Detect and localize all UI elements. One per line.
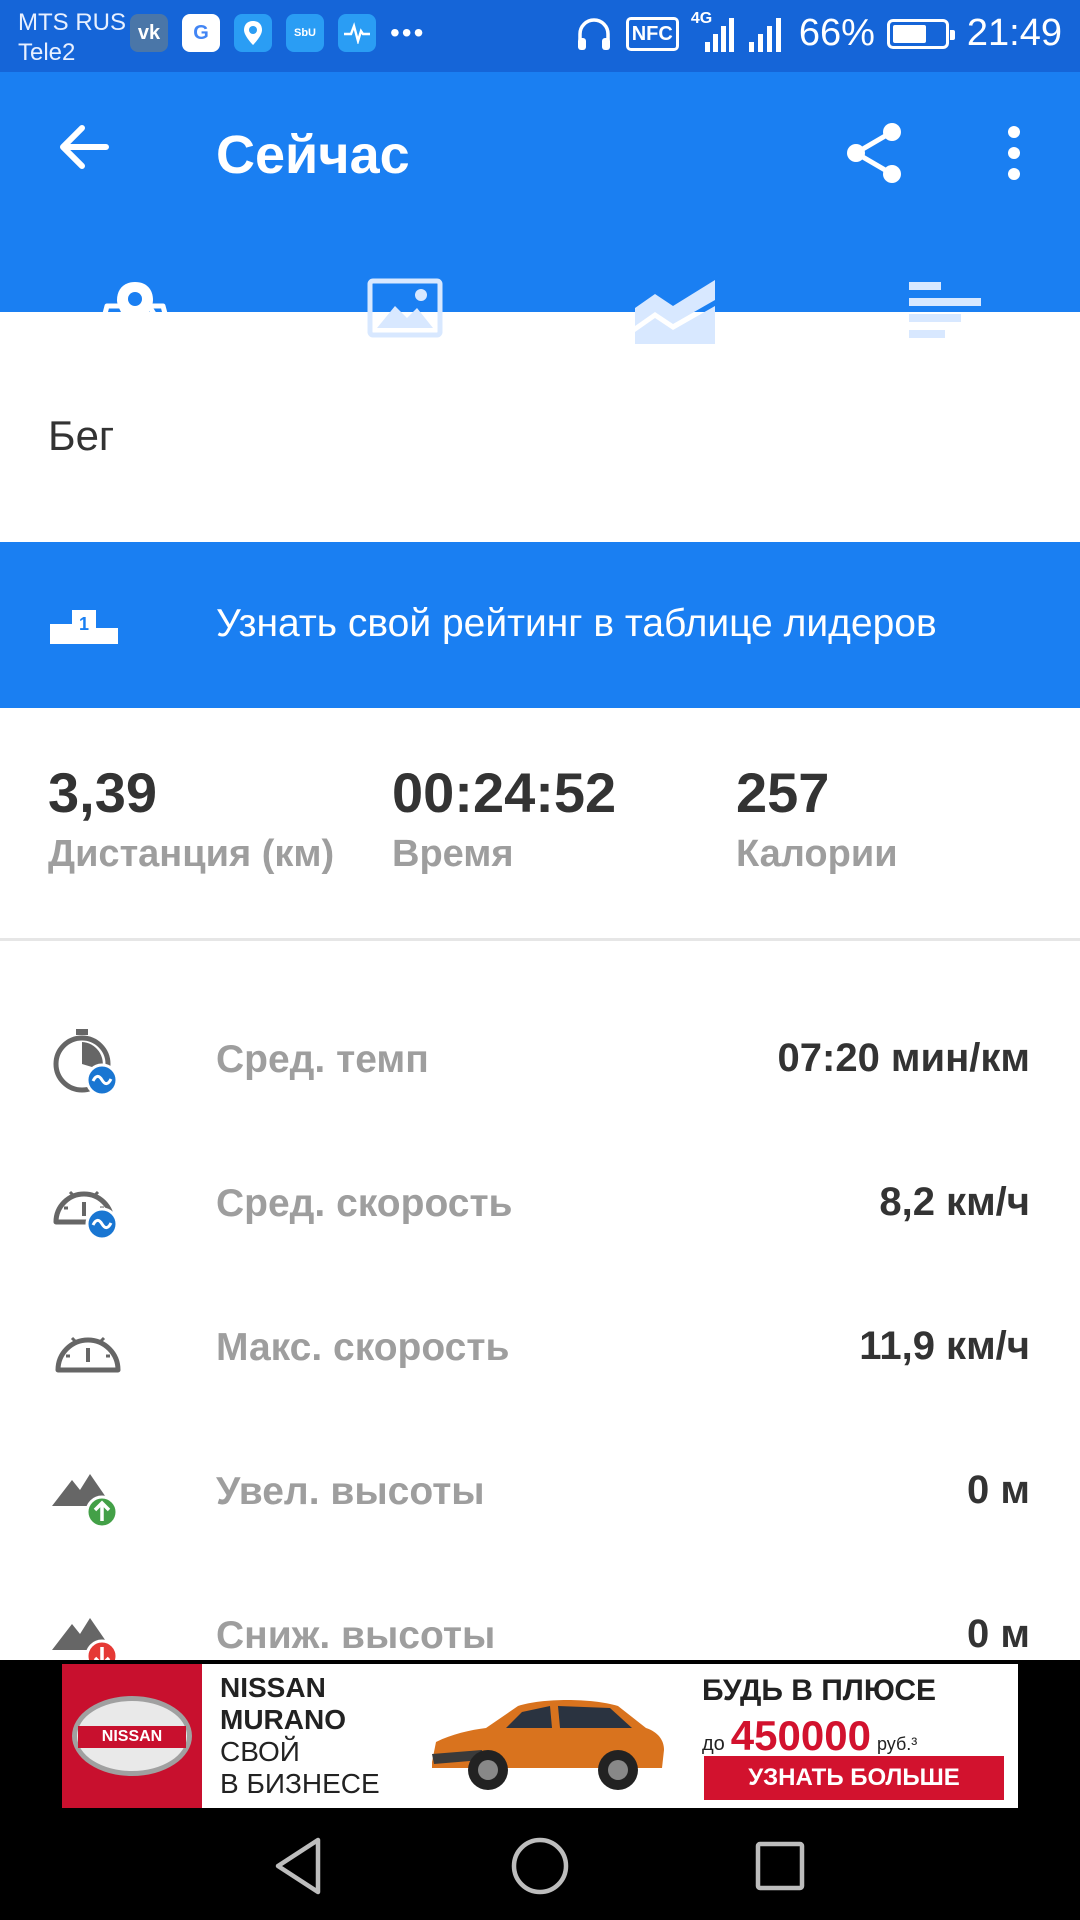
ad-logo-text: NISSAN (78, 1726, 186, 1748)
stat-value: 11,9 км/ч (859, 1324, 1030, 1368)
stat-value: 0 м (967, 1468, 1030, 1512)
battery-percent: 66% (798, 12, 875, 54)
stat-label: Увел. высоты (216, 1470, 485, 1513)
stat-label: Сниж. высоты (216, 1614, 496, 1657)
ad-brand-line: СВОЙ (220, 1736, 300, 1767)
ad-brand-line: NISSAN (220, 1672, 326, 1703)
list-bars-icon (909, 282, 981, 338)
vk-icon: vk (130, 14, 168, 52)
tab-photos[interactable] (270, 168, 540, 382)
distance-value: 3,39 (48, 761, 157, 824)
area-chart-icon (635, 280, 715, 344)
podium-rank: 1 (79, 614, 89, 634)
carrier-1: MTS RUS (18, 9, 126, 36)
calories-label: Калории (736, 833, 898, 875)
image-icon (367, 278, 443, 338)
metric-calories: 257 Калории (736, 760, 898, 876)
maps-icon (234, 14, 272, 52)
stat-label: Сред. скорость (216, 1182, 513, 1225)
podium-icon: 1 (50, 608, 118, 649)
nav-home-icon[interactable] (508, 1834, 572, 1898)
stat-value: 8,2 км/ч (879, 1180, 1030, 1224)
car-image-icon (432, 1700, 664, 1790)
metric-time: 00:24:52 Время (392, 760, 616, 876)
ad-amount-prefix: до (702, 1733, 725, 1755)
avg-speed-icon (53, 1190, 119, 1241)
stat-row-elevation-gain: Увел. высоты 0 м (0, 1422, 1080, 1566)
tab-stats[interactable] (810, 168, 1080, 382)
battery-icon (886, 18, 955, 49)
ad-cta-button[interactable]: УЗНАТЬ БОЛЬШЕ (704, 1756, 1004, 1800)
more-notifications-icon: ••• (390, 17, 426, 48)
navigation-bar (0, 1810, 1080, 1920)
divider (0, 938, 1080, 941)
tab-map[interactable] (0, 168, 270, 382)
clock: 21:49 (966, 12, 1062, 54)
ad-brand-text: NISSAN MURANO СВОЙ В БИЗНЕСЕ (220, 1672, 380, 1800)
sbol-icon: SbU (286, 14, 324, 52)
status-bar: MTS RUS Tele2 vk G SbU ••• NFC 4G 66% 21… (0, 0, 1080, 72)
ad-brand-line: MURANO (220, 1704, 346, 1735)
summary-metrics: 3,39 Дистанция (км) 00:24:52 Время 257 К… (0, 760, 1080, 940)
stat-row-max-speed: Макс. скорость 11,9 км/ч (0, 1278, 1080, 1422)
headphones-icon (577, 17, 610, 50)
tab-indicator (0, 375, 270, 384)
ad-amount-suffix: руб.³ (876, 1734, 918, 1754)
tab-charts[interactable] (540, 168, 810, 382)
carrier-info: MTS RUS Tele2 (18, 8, 126, 68)
ad-amount-row: до 450000 руб.³ (702, 1712, 1012, 1760)
time-value: 00:24:52 (392, 761, 617, 824)
google-icon: G (182, 14, 220, 52)
metric-distance: 3,39 Дистанция (км) (48, 760, 334, 876)
stat-value: 0 м (967, 1612, 1030, 1656)
stat-label: Макс. скорость (216, 1326, 510, 1369)
distance-label: Дистанция (км) (48, 833, 335, 875)
elevation-loss-icon (52, 1618, 119, 1660)
ad-logo-panel: NISSAN (62, 1664, 202, 1808)
nav-recents-icon[interactable] (748, 1834, 812, 1898)
carrier-2: Tele2 (18, 39, 76, 66)
calories-value: 257 (736, 761, 830, 824)
activity-type[interactable]: Бег (48, 412, 114, 460)
notification-icons: vk G SbU ••• (130, 14, 425, 52)
nfc-icon: NFC (625, 16, 679, 51)
elevation-gain-icon (52, 1474, 119, 1529)
ad-offer: БУДЬ В ПЛЮСЕ до 450000 руб.³ (702, 1674, 1012, 1760)
map-pin-icon (94, 282, 176, 347)
stat-row-avg-speed: Сред. скорость 8,2 км/ч (0, 1134, 1080, 1278)
battery-fill (892, 24, 926, 43)
ad-slogan: БУДЬ В ПЛЮСЕ (702, 1674, 937, 1707)
stat-row-avg-pace: Сред. темп 07:20 мин/км (0, 990, 1080, 1134)
signal-4g-icon: 4G (691, 10, 735, 54)
nav-back-icon[interactable] (268, 1834, 332, 1898)
health-icon (338, 14, 376, 52)
ad-amount: 450000 (730, 1712, 871, 1759)
stat-row-elevation-loss: Сниж. высоты 0 м (0, 1566, 1080, 1660)
ad-banner[interactable]: NISSAN NISSAN MURANO СВОЙ В БИЗНЕСЕ БУДЬ… (62, 1664, 1018, 1808)
signal-icon (748, 17, 781, 52)
system-icons: NFC 4G 66% 21:49 (574, 10, 1062, 55)
avg-pace-icon (53, 1029, 119, 1097)
stat-value: 07:20 мин/км (777, 1036, 1030, 1080)
time-label: Время (392, 833, 514, 875)
leaderboard-text[interactable]: Узнать свой рейтинг в таблице лидеров (216, 602, 937, 646)
stat-label: Сред. темп (216, 1038, 429, 1081)
max-speed-icon (55, 1336, 121, 1373)
ad-brand-line: В БИЗНЕСЕ (220, 1768, 380, 1799)
